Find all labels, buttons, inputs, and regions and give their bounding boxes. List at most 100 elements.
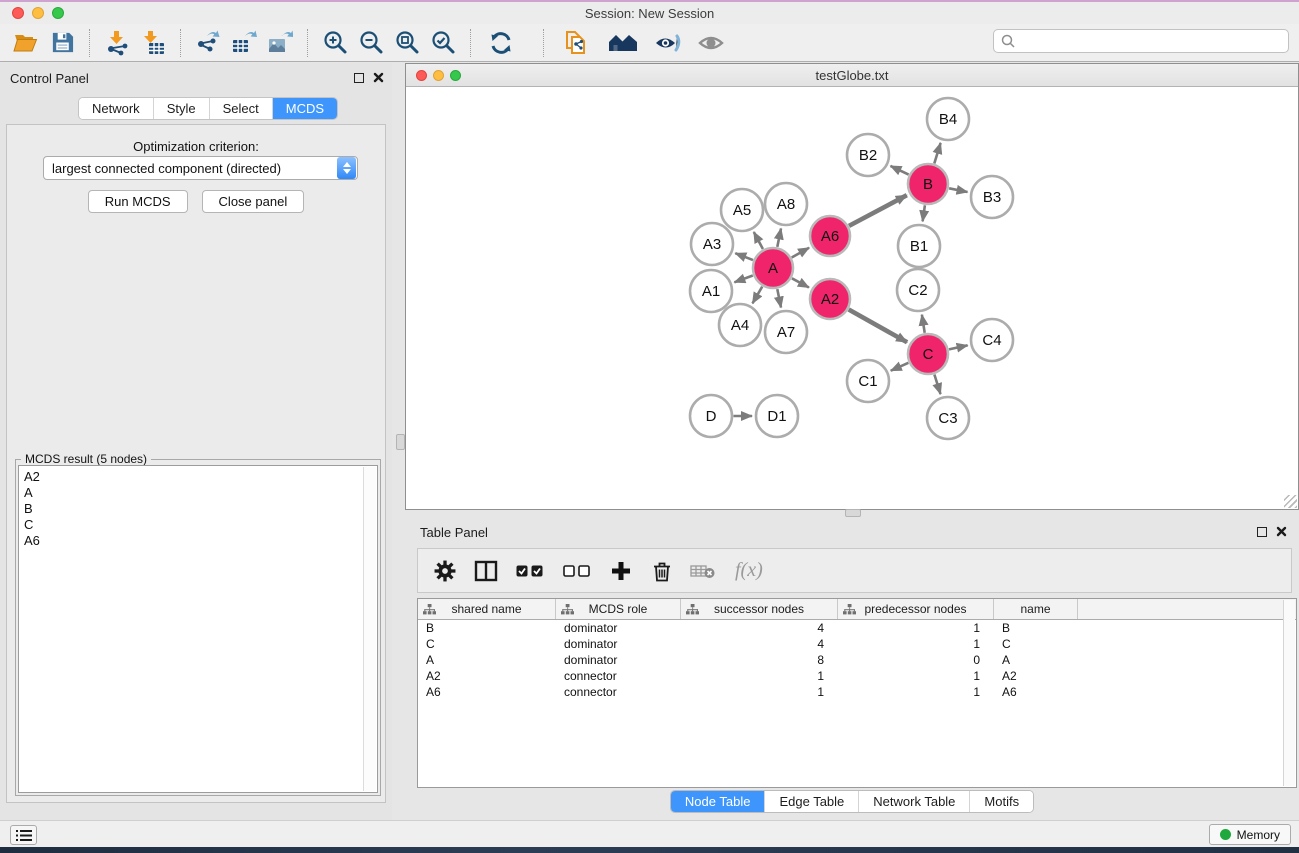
graph-node-B3[interactable]: B3 — [971, 176, 1013, 218]
float-table-panel-icon[interactable] — [1257, 527, 1267, 537]
graph-node-C1[interactable]: C1 — [847, 360, 889, 402]
table-cell[interactable]: A6 — [994, 684, 1078, 700]
graph-node-B1[interactable]: B1 — [898, 225, 940, 267]
graph-node-B4[interactable]: B4 — [927, 98, 969, 140]
column-header-successor-nodes[interactable]: successor nodes — [681, 599, 838, 619]
graph-node-A5[interactable]: A5 — [721, 189, 763, 231]
table-cell[interactable]: C — [418, 636, 556, 652]
graph-edge-B-B1[interactable] — [923, 205, 925, 221]
table-scrollbar[interactable] — [1283, 600, 1295, 786]
table-row[interactable]: A2connector11A2 — [418, 668, 1296, 684]
function-builder-icon[interactable]: f(x) — [731, 559, 763, 582]
graph-edge-B-B4[interactable] — [934, 143, 940, 164]
table-cell[interactable]: connector — [556, 684, 681, 700]
window-resize-handle[interactable] — [1284, 495, 1297, 508]
save-session-icon[interactable] — [47, 28, 77, 58]
graph-edge-B-B2[interactable] — [891, 166, 909, 175]
graph-edge-A-A4[interactable] — [753, 287, 763, 304]
graph-node-C[interactable]: C — [908, 334, 948, 374]
graph-edge-A-A8[interactable] — [777, 229, 781, 247]
table-cell[interactable]: 1 — [681, 684, 838, 700]
table-cell[interactable]: 4 — [681, 636, 838, 652]
graph-node-C3[interactable]: C3 — [927, 397, 969, 439]
graph-node-A8[interactable]: A8 — [765, 183, 807, 225]
column-header-predecessor-nodes[interactable]: predecessor nodes — [838, 599, 994, 619]
zoom-in-icon[interactable] — [320, 28, 350, 58]
horizontal-divider-grip[interactable] — [845, 509, 861, 517]
table-cell[interactable]: dominator — [556, 652, 681, 668]
graph-edge-C-C3[interactable] — [934, 375, 940, 395]
table-row[interactable]: Bdominator41B — [418, 620, 1296, 636]
graph-edge-A-A2[interactable] — [792, 278, 809, 287]
graph-edge-C-C2[interactable] — [922, 315, 925, 333]
zoom-out-icon[interactable] — [356, 28, 386, 58]
graph-edge-A6-B[interactable] — [849, 195, 907, 226]
graph-node-D[interactable]: D — [690, 395, 732, 437]
table-cell[interactable]: 8 — [681, 652, 838, 668]
table-cell[interactable]: 1 — [838, 636, 994, 652]
table-cell[interactable]: 4 — [681, 620, 838, 636]
table-cell[interactable]: 0 — [838, 652, 994, 668]
column-header-name[interactable]: name — [994, 599, 1078, 619]
hide-selected-icon[interactable] — [653, 28, 683, 58]
graph-node-A[interactable]: A — [753, 248, 793, 288]
graph-edge-A2-C[interactable] — [849, 310, 907, 343]
graph-edge-A-A6[interactable] — [792, 248, 809, 258]
search-input[interactable] — [1020, 34, 1281, 49]
import-table-icon[interactable] — [138, 28, 168, 58]
graph-edge-A-A5[interactable] — [754, 232, 763, 249]
table-cell[interactable]: A6 — [418, 684, 556, 700]
graph-edge-C-C4[interactable] — [949, 345, 968, 349]
tab-node-table[interactable]: Node Table — [671, 791, 766, 812]
table-row[interactable]: A6connector11A6 — [418, 684, 1296, 700]
mcds-result-item[interactable]: A — [24, 485, 359, 501]
graph-edge-A-A3[interactable] — [735, 253, 753, 260]
table-cell[interactable]: 1 — [838, 620, 994, 636]
zoom-selected-icon[interactable] — [428, 28, 458, 58]
graph-edge-B-B3[interactable] — [949, 188, 967, 192]
delete-table-icon[interactable] — [690, 559, 716, 583]
mcds-result-item[interactable]: A2 — [24, 469, 359, 485]
mcds-result-item[interactable]: C — [24, 517, 359, 533]
tab-network[interactable]: Network — [79, 98, 154, 119]
mcds-result-item[interactable]: B — [24, 501, 359, 517]
graph-node-A2[interactable]: A2 — [810, 279, 850, 319]
copy-network-icon[interactable] — [561, 28, 591, 58]
table-cell[interactable]: A2 — [418, 668, 556, 684]
column-header-shared-name[interactable]: shared name — [418, 599, 556, 619]
network-window-titlebar[interactable]: testGlobe.txt — [406, 64, 1298, 87]
tab-network-table[interactable]: Network Table — [859, 791, 970, 812]
graph-edge-A-A1[interactable] — [734, 276, 752, 283]
tab-mcds[interactable]: MCDS — [273, 98, 337, 119]
table-cell[interactable]: 1 — [838, 668, 994, 684]
graph-node-D1[interactable]: D1 — [756, 395, 798, 437]
memory-button[interactable]: Memory — [1209, 824, 1291, 845]
settings-gear-icon[interactable] — [432, 559, 458, 583]
tab-select[interactable]: Select — [210, 98, 273, 119]
home-layout-icon[interactable] — [608, 28, 638, 58]
add-column-icon[interactable] — [608, 559, 634, 583]
mcds-result-item[interactable]: A6 — [24, 533, 359, 549]
table-row[interactable]: Cdominator41C — [418, 636, 1296, 652]
zoom-fit-icon[interactable] — [392, 28, 422, 58]
tab-motifs[interactable]: Motifs — [970, 791, 1033, 812]
graph-node-B2[interactable]: B2 — [847, 134, 889, 176]
delete-column-icon[interactable] — [649, 559, 675, 583]
float-panel-icon[interactable] — [354, 73, 364, 83]
table-cell[interactable]: B — [994, 620, 1078, 636]
table-cell[interactable]: 1 — [681, 668, 838, 684]
graph-node-A6[interactable]: A6 — [810, 216, 850, 256]
table-cell[interactable]: dominator — [556, 620, 681, 636]
criterion-select[interactable]: largest connected component (directed) — [43, 156, 358, 180]
graph-node-C4[interactable]: C4 — [971, 319, 1013, 361]
run-mcds-button[interactable]: Run MCDS — [88, 190, 188, 213]
table-cell[interactable]: A2 — [994, 668, 1078, 684]
graph-node-A1[interactable]: A1 — [690, 270, 732, 312]
tab-edge-table[interactable]: Edge Table — [765, 791, 859, 812]
graph-edge-A-A7[interactable] — [777, 289, 781, 307]
column-layout-icon[interactable] — [473, 559, 499, 583]
table-cell[interactable]: A — [418, 652, 556, 668]
graph-node-A4[interactable]: A4 — [719, 304, 761, 346]
search-box[interactable] — [993, 29, 1289, 53]
close-panel-button[interactable]: Close panel — [202, 190, 305, 213]
